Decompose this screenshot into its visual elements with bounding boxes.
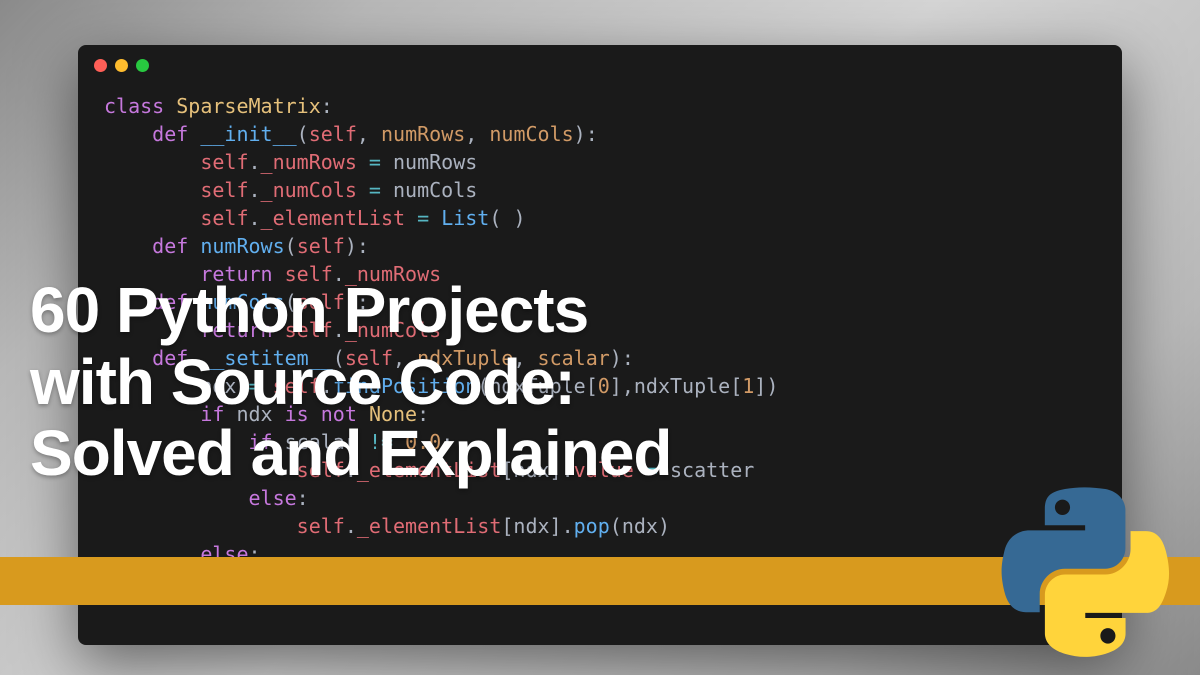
headline-line-1: 60 Python Projects [30,274,588,346]
close-icon [94,59,107,72]
python-logo-icon [1000,487,1170,657]
maximize-icon [136,59,149,72]
headline-line-2: with Source Code: [30,346,575,418]
minimize-icon [115,59,128,72]
headline-line-3: Solved and Explained [30,417,672,489]
headline-text: 60 Python Projects with Source Code: Sol… [30,275,672,490]
window-traffic-lights [78,45,1122,82]
